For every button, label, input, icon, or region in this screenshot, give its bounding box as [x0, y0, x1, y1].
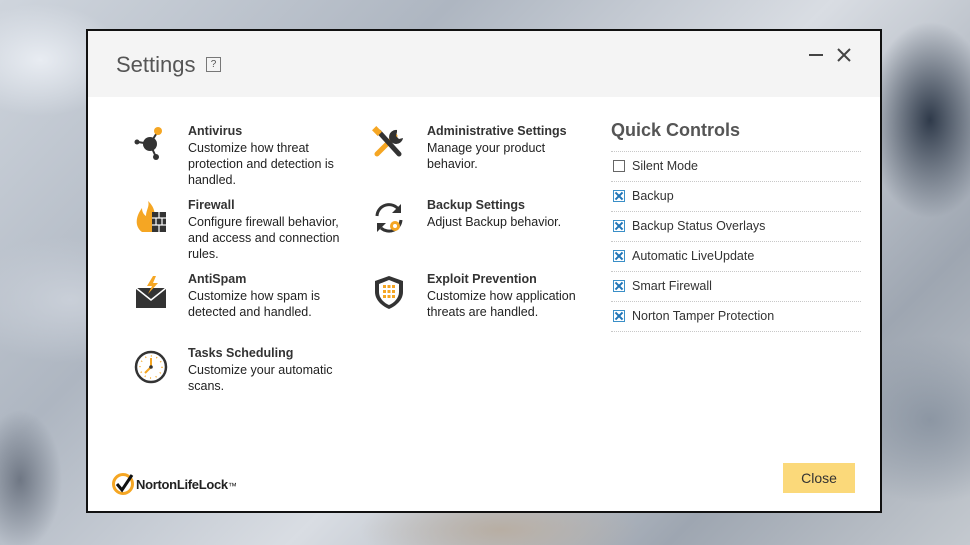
checkbox-checked[interactable]: [613, 280, 625, 292]
settings-item-desc: Customize how application threats are ha…: [427, 289, 576, 319]
molecule-icon: [130, 124, 170, 164]
quick-control-label: Norton Tamper Protection: [632, 309, 775, 323]
settings-item-antivirus[interactable]: Antivirus Customize how threat protectio…: [130, 124, 360, 187]
settings-item-backup-settings[interactable]: Backup Settings Adjust Backup behavior.: [369, 198, 599, 258]
settings-item-administrative-settings[interactable]: Administrative Settings Manage your prod…: [369, 124, 599, 184]
minimize-icon[interactable]: [806, 45, 826, 65]
quick-controls-list: Silent Mode Backup Backup Status Overlay…: [611, 151, 861, 332]
quick-controls-title: Quick Controls: [611, 120, 741, 140]
dialog-title: Settings: [116, 52, 196, 77]
settings-item-name: Tasks Scheduling: [188, 346, 294, 360]
settings-item-desc: Customize how threat protection and dete…: [188, 141, 334, 187]
settings-item-name: Antivirus: [188, 124, 243, 138]
settings-item-name: Administrative Settings: [427, 124, 567, 138]
settings-item-name: Firewall: [188, 198, 235, 212]
quick-control-backup-status-overlays[interactable]: Backup Status Overlays: [611, 212, 861, 242]
quick-control-silent-mode[interactable]: Silent Mode: [611, 152, 861, 182]
close-icon[interactable]: [834, 45, 854, 65]
checkbox-checked[interactable]: [613, 250, 625, 262]
tools-icon: [369, 124, 409, 164]
settings-item-desc: Manage your product behavior.: [427, 141, 546, 171]
quick-control-norton-tamper-protection[interactable]: Norton Tamper Protection: [611, 302, 861, 332]
dialog-header: Settings ?: [88, 31, 880, 97]
checkbox-checked[interactable]: [613, 310, 625, 322]
shield-icon: [369, 272, 409, 312]
settings-item-firewall[interactable]: Firewall Configure firewall behavior, an…: [130, 198, 360, 261]
nortonlifelock-logo: NortonLifeLock™: [112, 473, 237, 497]
quick-control-label: Automatic LiveUpdate: [632, 249, 755, 263]
quick-control-label: Backup Status Overlays: [632, 219, 766, 233]
norton-checkmark-icon: [112, 473, 134, 495]
quick-control-label: Silent Mode: [632, 159, 699, 173]
close-button[interactable]: Close: [783, 463, 855, 493]
help-button[interactable]: ?: [206, 57, 221, 72]
flame-brick-icon: [130, 198, 170, 238]
backup-sync-icon: [369, 198, 409, 238]
checkbox[interactable]: [613, 160, 625, 172]
logo-trademark: ™: [227, 481, 237, 491]
clock-icon: [130, 346, 170, 386]
settings-item-name: Exploit Prevention: [427, 272, 537, 286]
settings-item-desc: Adjust Backup behavior.: [427, 215, 562, 229]
logo-text: NortonLifeLock™: [136, 477, 237, 492]
settings-item-desc: Customize how spam is detected and handl…: [188, 289, 320, 319]
settings-dialog: Settings ? Antivirus Customize how threa…: [86, 29, 882, 513]
quick-control-label: Smart Firewall: [632, 279, 712, 293]
quick-control-label: Backup: [632, 189, 674, 203]
settings-item-name: Backup Settings: [427, 198, 525, 212]
quick-control-smart-firewall[interactable]: Smart Firewall: [611, 272, 861, 302]
settings-item-desc: Configure firewall behavior, and access …: [188, 215, 340, 261]
settings-item-tasks-scheduling[interactable]: Tasks Scheduling Customize your automati…: [130, 346, 360, 406]
logo-text-bold-2: LifeLock: [176, 477, 228, 492]
settings-item-antispam[interactable]: AntiSpam Customize how spam is detected …: [130, 272, 360, 332]
quick-control-automatic-liveupdate[interactable]: Automatic LiveUpdate: [611, 242, 861, 272]
settings-item-desc: Customize your automatic scans.: [188, 363, 333, 393]
checkbox-checked[interactable]: [613, 190, 625, 202]
quick-control-backup[interactable]: Backup: [611, 182, 861, 212]
settings-item-name: AntiSpam: [188, 272, 247, 286]
checkbox-checked[interactable]: [613, 220, 625, 232]
envelope-bolt-icon: [130, 272, 170, 312]
settings-item-exploit-prevention[interactable]: Exploit Prevention Customize how applica…: [369, 272, 599, 332]
logo-text-bold: Norton: [136, 477, 177, 492]
